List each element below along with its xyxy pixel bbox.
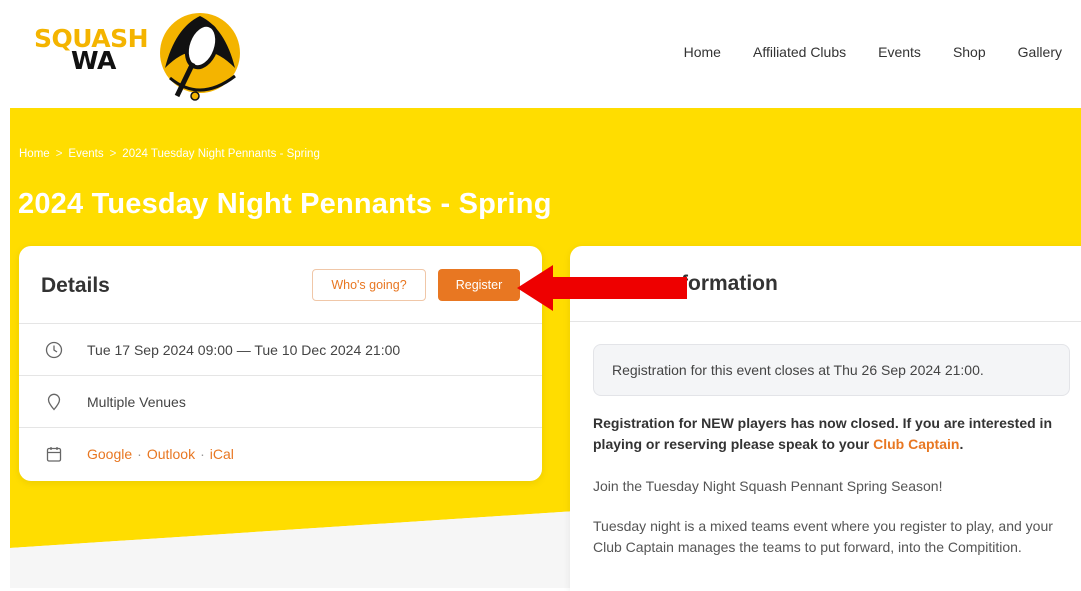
calendar-icon	[46, 447, 62, 462]
information-title: formation	[681, 272, 778, 295]
link-separator: ·	[200, 446, 205, 462]
nav-shop[interactable]: Shop	[953, 44, 986, 60]
breadcrumb-separator: >	[55, 148, 63, 160]
details-header: Details Who's going? Register	[19, 246, 542, 324]
squash-wa-logo[interactable]: SQUASH WA	[30, 8, 260, 103]
new-players-text: Registration for NEW players has now clo…	[593, 415, 1052, 452]
logo-line2: WA	[71, 46, 116, 75]
google-calendar-link[interactable]: Google	[87, 446, 132, 462]
site-header: SQUASH WA Home Affiliated Clubs Events S…	[0, 0, 1081, 108]
breadcrumb-events[interactable]: Events	[68, 148, 103, 160]
details-title: Details	[41, 274, 110, 297]
clock-icon	[45, 341, 63, 359]
description-text: Tuesday night is a mixed teams event whe…	[593, 518, 1053, 555]
main-nav: Home Affiliated Clubs Events Shop Galler…	[684, 44, 1081, 60]
event-dates-row: Tue 17 Sep 2024 09:00 — Tue 10 Dec 2024 …	[19, 324, 542, 376]
nav-home[interactable]: Home	[684, 44, 721, 60]
breadcrumb-home[interactable]: Home	[19, 148, 50, 160]
calendar-links: Google · Outlook · iCal	[87, 446, 234, 462]
club-captain-link[interactable]: Club Captain	[873, 436, 959, 452]
link-separator: ·	[137, 446, 142, 462]
breadcrumb: Home > Events > 2024 Tuesday Night Penna…	[19, 148, 320, 160]
event-dates: Tue 17 Sep 2024 09:00 — Tue 10 Dec 2024 …	[87, 341, 401, 358]
outlook-calendar-link[interactable]: Outlook	[147, 446, 195, 462]
breadcrumb-separator: >	[109, 148, 117, 160]
page-title: 2024 Tuesday Night Pennants - Spring	[18, 188, 552, 220]
new-players-closed-text: Registration for NEW players has now clo…	[593, 413, 1073, 454]
nav-events[interactable]: Events	[878, 44, 921, 60]
nav-gallery[interactable]: Gallery	[1018, 44, 1062, 60]
event-venue: Multiple Venues	[87, 393, 186, 410]
logo-wordmark: SQUASH WA	[34, 26, 149, 75]
add-to-calendar-row: Google · Outlook · iCal	[19, 428, 542, 480]
map-pin-icon	[47, 393, 61, 411]
registration-closes-notice: Registration for this event closes at Th…	[593, 344, 1070, 396]
intro-text: Join the Tuesday Night Squash Pennant Sp…	[593, 478, 943, 494]
nav-affiliated-clubs[interactable]: Affiliated Clubs	[753, 44, 846, 60]
register-button[interactable]: Register	[438, 269, 520, 301]
whos-going-button[interactable]: Who's going?	[312, 269, 426, 301]
period: .	[959, 435, 964, 452]
red-arrow-annotation-icon	[517, 265, 687, 311]
details-card: Details Who's going? Register Tue 17 Sep…	[19, 246, 542, 481]
squash-racquet-emblem-icon	[160, 13, 240, 101]
ical-link[interactable]: iCal	[210, 446, 234, 462]
breadcrumb-current[interactable]: 2024 Tuesday Night Pennants - Spring	[122, 148, 320, 160]
event-venue-row: Multiple Venues	[19, 376, 542, 428]
